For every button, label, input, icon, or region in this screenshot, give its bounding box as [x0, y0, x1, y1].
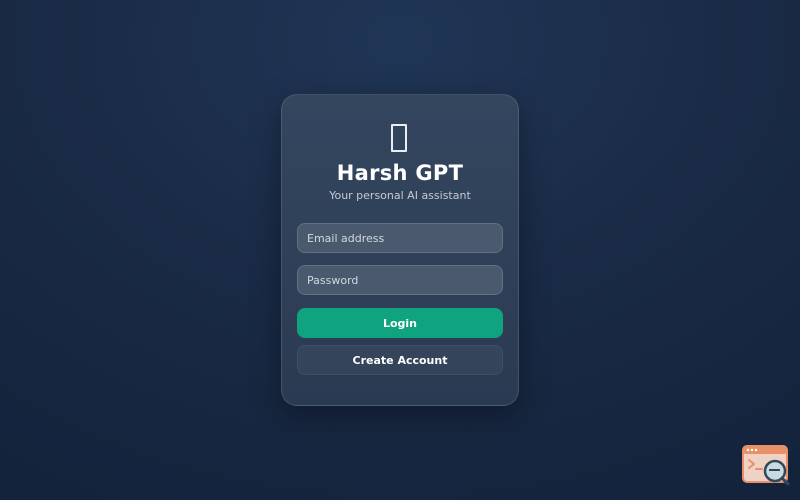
- app-subtitle: Your personal AI assistant: [329, 189, 471, 202]
- login-card: Harsh GPT Your personal AI assistant Log…: [281, 94, 519, 406]
- app-logo-icon: [391, 124, 407, 152]
- password-field[interactable]: [297, 265, 503, 295]
- create-account-button[interactable]: Create Account: [297, 345, 503, 375]
- terminal-search-icon[interactable]: [742, 445, 790, 486]
- email-field[interactable]: [297, 223, 503, 253]
- login-button[interactable]: Login: [297, 308, 503, 338]
- app-title: Harsh GPT: [336, 161, 464, 185]
